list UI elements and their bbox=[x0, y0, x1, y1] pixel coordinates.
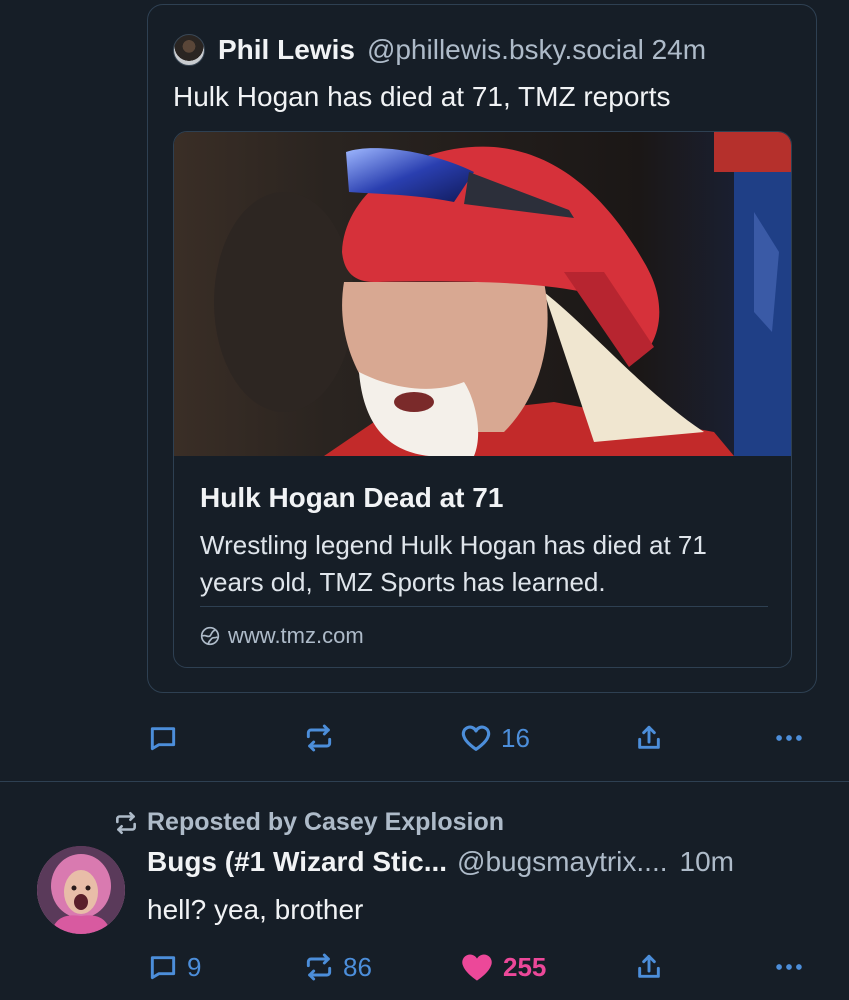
link-domain-text: www.tmz.com bbox=[228, 623, 364, 648]
quoted-post-actions: 16 bbox=[0, 718, 849, 758]
like-count: 255 bbox=[503, 951, 547, 982]
more-icon bbox=[776, 964, 802, 970]
link-thumbnail bbox=[174, 132, 791, 456]
like-count: 16 bbox=[501, 722, 530, 753]
reply-count: 9 bbox=[187, 951, 202, 982]
link-domain: www.tmz.com bbox=[200, 623, 364, 649]
quote-card[interactable]: Phil Lewis @phillewis.bsky.social 24m Hu… bbox=[147, 4, 817, 693]
author-handle[interactable]: @bugsmaytrix.... bbox=[457, 846, 667, 878]
post-actions: 9 86 255 bbox=[0, 947, 849, 987]
repost-button[interactable] bbox=[303, 718, 335, 758]
globe-icon bbox=[200, 626, 220, 646]
share-icon bbox=[638, 725, 660, 749]
repost-icon bbox=[306, 953, 332, 981]
heart-filled-icon bbox=[462, 954, 492, 981]
post-time: 10m bbox=[679, 846, 734, 877]
share-button[interactable] bbox=[633, 718, 665, 758]
more-button[interactable] bbox=[772, 718, 806, 758]
author-handle[interactable]: @phillewis.bsky.social bbox=[367, 34, 644, 66]
reply-button[interactable]: 9 bbox=[147, 947, 201, 987]
link-title: Hulk Hogan Dead at 71 bbox=[200, 482, 504, 513]
quote-header: Phil Lewis @phillewis.bsky.social 24m bbox=[173, 32, 706, 68]
heart-outline-icon bbox=[461, 725, 491, 751]
reply-icon bbox=[150, 727, 176, 751]
repost-attribution[interactable]: Reposted by Casey Explosion bbox=[113, 808, 504, 837]
post-divider bbox=[0, 781, 849, 782]
author-avatar[interactable] bbox=[173, 34, 205, 66]
quote-text: Hulk Hogan has died at 71, TMZ reports bbox=[173, 81, 671, 112]
link-description: Wrestling legend Hulk Hogan has died at … bbox=[200, 530, 707, 597]
like-button[interactable]: 255 bbox=[459, 947, 546, 987]
more-button[interactable] bbox=[772, 947, 806, 987]
share-icon bbox=[638, 954, 660, 978]
more-icon bbox=[776, 735, 802, 741]
repost-icon bbox=[116, 811, 136, 834]
link-divider bbox=[200, 606, 768, 607]
share-button[interactable] bbox=[633, 947, 665, 987]
repost-icon bbox=[306, 724, 332, 752]
post-header: Bugs (#1 Wizard Stic... @bugsmaytrix....… bbox=[147, 846, 734, 878]
author-name[interactable]: Phil Lewis bbox=[218, 34, 355, 66]
avatar[interactable] bbox=[37, 846, 125, 934]
like-button[interactable]: 16 bbox=[459, 718, 530, 758]
repost-button[interactable]: 86 bbox=[303, 947, 372, 987]
reply-button[interactable] bbox=[147, 718, 179, 758]
repost-label: Reposted by Casey Explosion bbox=[147, 808, 505, 836]
author-name[interactable]: Bugs (#1 Wizard Stic... bbox=[147, 846, 447, 878]
post-text: hell? yea, brother bbox=[147, 894, 364, 925]
reply-icon bbox=[150, 956, 176, 980]
post-time: 24m bbox=[651, 34, 707, 65]
repost-count: 86 bbox=[343, 951, 372, 982]
link-card[interactable]: Hulk Hogan Dead at 71 Wrestling legend H… bbox=[173, 131, 792, 668]
